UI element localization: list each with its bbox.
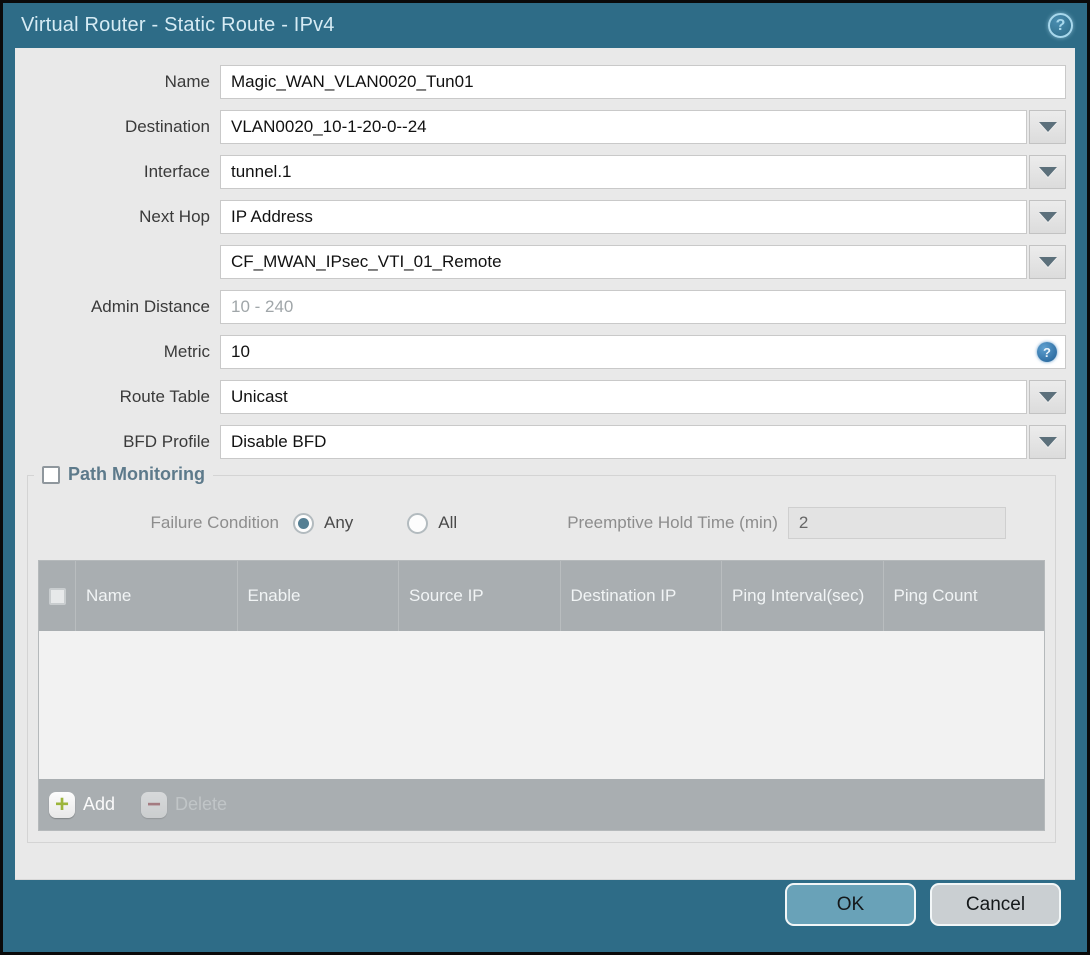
- delete-button-label: Delete: [175, 794, 228, 814]
- next-hop-address-dropdown-button[interactable]: [1029, 245, 1066, 279]
- metric-help-icon[interactable]: ?: [1037, 342, 1057, 362]
- interface-input[interactable]: [220, 155, 1027, 189]
- form-row-name: Name: [15, 65, 1066, 99]
- metric-input[interactable]: [220, 335, 1066, 369]
- table-header-name[interactable]: Name: [75, 561, 237, 631]
- path-monitoring-checkbox[interactable]: [42, 465, 60, 484]
- chevron-down-icon: [1038, 167, 1057, 177]
- delete-icon: −: [141, 791, 168, 818]
- title-bar: Virtual Router - Static Route - IPv4 ?: [3, 3, 1087, 48]
- select-all-checkbox[interactable]: [48, 587, 66, 605]
- failure-condition-any-label: Any: [324, 513, 354, 532]
- next-hop-address-input[interactable]: [220, 245, 1027, 279]
- chevron-down-icon: [1038, 437, 1057, 447]
- chevron-down-icon: [1038, 392, 1057, 402]
- failure-condition-label: Failure Condition: [150, 513, 279, 532]
- add-icon: +: [49, 791, 75, 818]
- destination-input[interactable]: [220, 110, 1027, 144]
- admin-distance-input[interactable]: [220, 290, 1066, 324]
- add-button[interactable]: + Add: [49, 791, 116, 818]
- destination-dropdown-button[interactable]: [1029, 110, 1066, 144]
- dialog-footer: OK Cancel: [3, 880, 1087, 952]
- table-header-select: [39, 561, 75, 631]
- table-body-empty: [39, 631, 1044, 779]
- table-header-ping-interval[interactable]: Ping Interval(sec): [721, 561, 883, 631]
- destination-label: Destination: [124, 117, 210, 136]
- failure-condition-any-radio[interactable]: [293, 512, 314, 534]
- metric-label: Metric: [163, 342, 210, 361]
- table-header-ping-count[interactable]: Ping Count: [882, 561, 1045, 631]
- bfd-profile-label: BFD Profile: [123, 432, 210, 451]
- chevron-down-icon: [1038, 122, 1057, 132]
- route-table-input[interactable]: [220, 380, 1027, 414]
- name-label: Name: [164, 72, 210, 91]
- add-button-label: Add: [83, 794, 116, 814]
- form-row-metric: Metric ?: [15, 335, 1066, 369]
- cancel-button[interactable]: Cancel: [930, 883, 1061, 926]
- interface-label: Interface: [143, 162, 210, 181]
- preemptive-hold-time-input[interactable]: [787, 507, 1006, 539]
- table-header-enable[interactable]: Enable: [236, 561, 399, 631]
- chevron-down-icon: [1038, 212, 1057, 222]
- form-row-interface: Interface: [15, 155, 1066, 189]
- path-monitoring-legend: Path Monitoring: [34, 464, 213, 485]
- dialog-window: Virtual Router - Static Route - IPv4 ? N…: [3, 3, 1087, 952]
- bfd-profile-input[interactable]: [220, 425, 1027, 459]
- path-monitoring-title: Path Monitoring: [68, 464, 205, 484]
- path-monitoring-table: Name Enable Source IP Destination IP Pin…: [38, 560, 1045, 831]
- next-hop-type-input[interactable]: [220, 200, 1027, 234]
- interface-dropdown-button[interactable]: [1029, 155, 1066, 189]
- failure-condition-row: Failure Condition Any All Preemptive Hol…: [38, 506, 1045, 540]
- help-icon[interactable]: ?: [1048, 13, 1073, 38]
- form-row-route-table: Route Table: [15, 380, 1066, 414]
- path-monitoring-section: Path Monitoring Failure Condition Any Al…: [27, 464, 1056, 843]
- failure-condition-all-label: All: [438, 513, 458, 532]
- form-row-destination: Destination: [15, 110, 1066, 144]
- delete-button[interactable]: − Delete: [141, 791, 228, 818]
- table-header-row: Name Enable Source IP Destination IP Pin…: [39, 561, 1044, 631]
- name-input[interactable]: [220, 65, 1066, 99]
- admin-distance-label: Admin Distance: [90, 297, 210, 316]
- ok-button[interactable]: OK: [785, 883, 916, 926]
- route-table-label: Route Table: [119, 387, 210, 406]
- chevron-down-icon: [1038, 257, 1057, 267]
- next-hop-label: Next Hop: [139, 207, 210, 226]
- route-table-dropdown-button[interactable]: [1029, 380, 1066, 414]
- form-row-next-hop-address: [15, 245, 1066, 279]
- form-row-bfd-profile: BFD Profile: [15, 425, 1066, 459]
- preemptive-hold-time-label: Preemptive Hold Time (min): [567, 513, 778, 532]
- form-row-admin-distance: Admin Distance: [15, 290, 1066, 324]
- table-header-source-ip[interactable]: Source IP: [398, 561, 560, 631]
- next-hop-type-dropdown-button[interactable]: [1029, 200, 1066, 234]
- form-row-next-hop: Next Hop: [15, 200, 1066, 234]
- bfd-profile-dropdown-button[interactable]: [1029, 425, 1066, 459]
- table-header-destination-ip[interactable]: Destination IP: [559, 561, 722, 631]
- dialog-title: Virtual Router - Static Route - IPv4: [21, 14, 335, 36]
- dialog-body: Name Destination Interface: [15, 48, 1075, 880]
- failure-condition-all-radio[interactable]: [407, 512, 429, 534]
- table-toolbar: + Add − Delete: [39, 779, 1044, 830]
